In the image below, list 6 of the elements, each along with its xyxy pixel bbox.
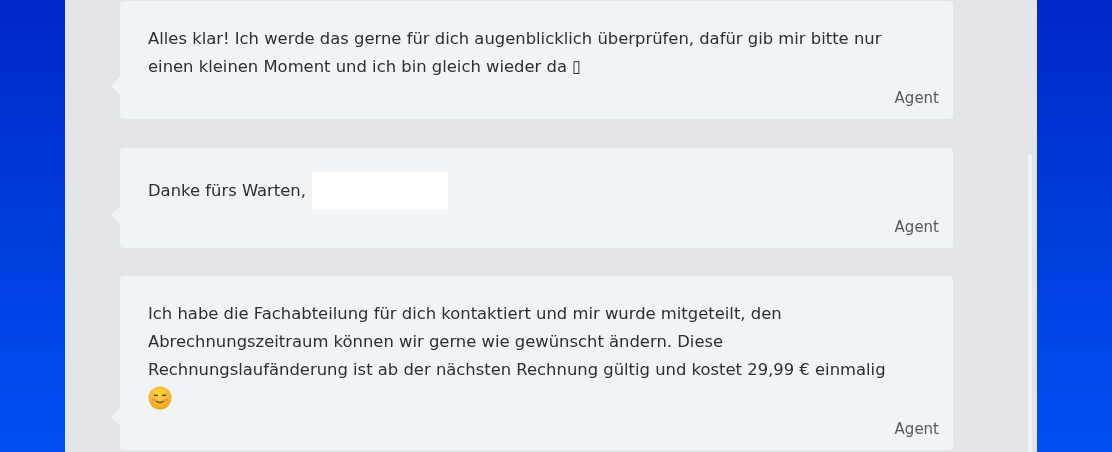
sender-label: Agent [894, 89, 939, 107]
message-text: Ich habe die Fachabteilung für dich kontaktiert und mir wurde mitgeteilt, den Abrechnungszeitraum können wir gerne wie gewünscht ändern. Diese Rechnungslaufänderung ist ab der nächsten Rechnung gültig und kostet 29,99 € einmalig [148, 303, 886, 381]
sender-label: Agent [894, 218, 939, 236]
sender-label: Agent [894, 420, 939, 438]
message-text: Danke fürs Warten, [148, 180, 306, 202]
message-text: Alles klar! Ich werde das gerne für dich augenblicklich überprüfen, dafür gib mir bitte nur einen kleinen Moment und ich bin gleich wieder da ▯ [148, 28, 882, 78]
